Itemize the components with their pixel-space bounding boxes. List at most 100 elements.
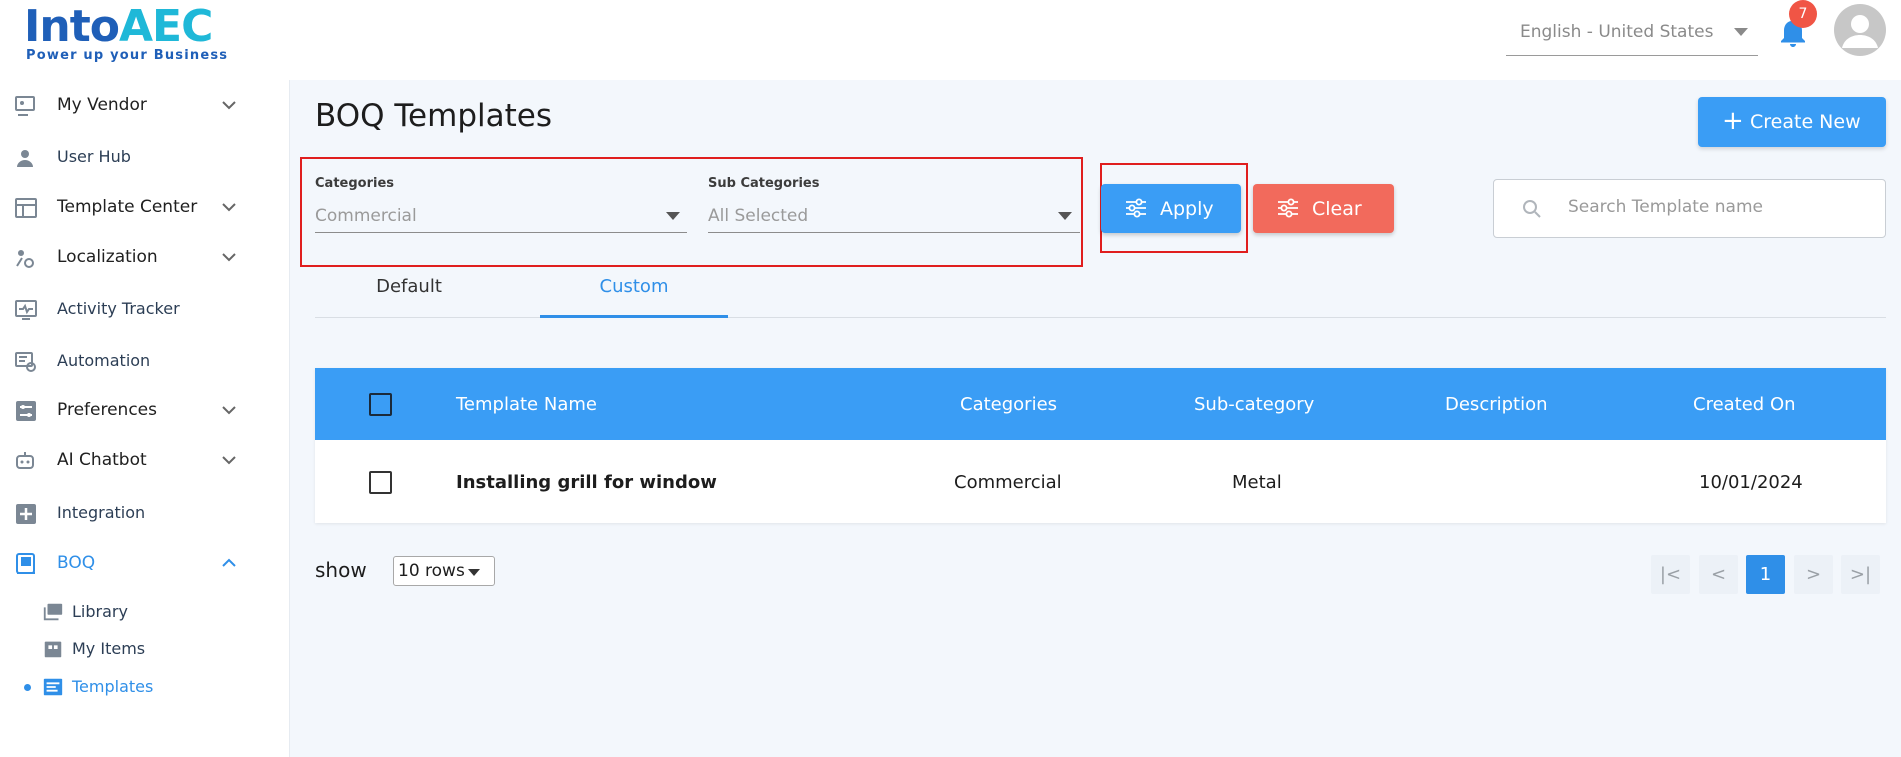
templates-icon — [43, 678, 63, 696]
filter-sliders-icon — [1126, 198, 1146, 218]
sub-categories-label: Sub Categories — [708, 176, 820, 191]
vendor-icon — [15, 96, 35, 116]
first-page-icon: |< — [1659, 564, 1682, 585]
show-label: show — [315, 558, 367, 582]
rows-per-page-value: 10 rows — [398, 561, 465, 581]
brand-logo[interactable]: IntoAEC Power up your Business — [24, 1, 227, 64]
sidebar-subitem-my-items[interactable]: My Items — [0, 631, 290, 667]
column-header-categories[interactable]: Categories — [960, 394, 1057, 415]
sidebar-item-label: AI Chatbot — [57, 450, 147, 470]
tab-default[interactable]: Default — [315, 270, 503, 318]
sidebar-item-template-center[interactable]: Template Center — [0, 186, 290, 230]
apply-button[interactable]: Apply — [1101, 184, 1241, 233]
cell-created-on: 10/01/2024 — [1699, 472, 1803, 493]
sidebar-item-label: Preferences — [57, 400, 157, 420]
sidebar-item-integration[interactable]: Integration — [0, 492, 290, 536]
page-title: BOQ Templates — [315, 98, 552, 134]
search-icon — [1523, 200, 1541, 218]
chevron-down-icon — [222, 456, 236, 465]
sidebar-item-activity-tracker[interactable]: Activity Tracker — [0, 288, 290, 332]
last-page-icon: >| — [1849, 564, 1872, 585]
categories-value: Commercial — [315, 206, 417, 226]
search-input[interactable] — [1568, 197, 1868, 217]
column-header-description[interactable]: Description — [1445, 394, 1548, 415]
sidebar-subitem-label: Templates — [72, 677, 154, 696]
chevron-up-icon — [222, 558, 236, 567]
first-page-button[interactable]: |< — [1651, 555, 1690, 594]
avatar[interactable] — [1834, 4, 1886, 56]
field-underline — [708, 232, 1080, 233]
top-bar: IntoAEC Power up your Business English -… — [0, 0, 1901, 80]
sidebar-item-automation[interactable]: Automation — [0, 340, 290, 384]
preferences-icon — [16, 401, 36, 421]
sidebar-item-label: Integration — [57, 503, 146, 522]
sidebar-item-ai-chatbot[interactable]: AI Chatbot — [0, 439, 290, 483]
sub-categories-select[interactable]: Sub Categories All Selected — [708, 176, 1080, 233]
sidebar-subitem-templates[interactable]: Templates — [0, 669, 290, 705]
automation-icon — [15, 352, 36, 372]
rows-per-page-select[interactable]: 10 rows — [393, 556, 495, 586]
sidebar: My Vendor User Hub Template Center Local… — [0, 80, 290, 757]
filter-sliders-icon — [1278, 198, 1298, 218]
sidebar-item-label: Activity Tracker — [57, 299, 180, 318]
select-all-checkbox[interactable] — [369, 393, 392, 416]
field-underline — [315, 232, 687, 233]
boq-icon — [16, 553, 35, 574]
user-icon — [17, 150, 33, 167]
search-box — [1493, 179, 1886, 238]
sidebar-subitem-library[interactable]: Library — [0, 594, 290, 630]
column-header-template-name[interactable]: Template Name — [456, 394, 597, 415]
caret-down-icon — [666, 212, 680, 220]
chevron-right-icon: > — [1805, 564, 1822, 585]
caret-down-icon — [1058, 212, 1072, 220]
sidebar-item-boq[interactable]: BOQ — [0, 542, 290, 586]
integration-icon — [16, 504, 36, 524]
row-checkbox[interactable] — [369, 471, 392, 494]
chatbot-icon — [16, 452, 34, 469]
categories-label: Categories — [315, 176, 395, 191]
chevron-down-icon — [222, 406, 236, 415]
categories-select[interactable]: Categories Commercial — [315, 176, 687, 233]
chevron-down-icon — [222, 101, 236, 110]
clear-button[interactable]: Clear — [1253, 184, 1394, 233]
column-header-sub-category[interactable]: Sub-category — [1194, 394, 1314, 415]
chevron-down-icon — [222, 203, 236, 212]
sidebar-item-user-hub[interactable]: User Hub — [0, 136, 290, 180]
page-number-button[interactable]: 1 — [1746, 555, 1785, 594]
sidebar-item-label: Template Center — [57, 197, 198, 217]
sidebar-item-label: User Hub — [57, 147, 131, 166]
sidebar-subitem-label: My Items — [72, 639, 146, 658]
sidebar-item-my-vendor[interactable]: My Vendor — [0, 84, 290, 128]
next-page-button[interactable]: > — [1794, 555, 1833, 594]
cell-category: Commercial — [954, 472, 1062, 493]
last-page-button[interactable]: >| — [1841, 555, 1880, 594]
cell-template-name[interactable]: Installing grill for window — [456, 472, 717, 493]
language-value: English - United States — [1520, 22, 1714, 42]
user-avatar-icon — [1842, 15, 1878, 48]
chevron-left-icon: < — [1710, 564, 1727, 585]
sidebar-item-label: Localization — [57, 247, 158, 267]
localization-icon — [16, 250, 34, 268]
sub-categories-value: All Selected — [708, 206, 809, 226]
chevron-down-icon — [222, 253, 236, 262]
library-icon — [43, 603, 63, 621]
create-new-label: Create New — [1750, 111, 1861, 133]
items-icon — [44, 641, 62, 658]
caret-down-icon — [1734, 28, 1748, 36]
sidebar-subitem-label: Library — [72, 602, 128, 621]
clear-label: Clear — [1312, 198, 1362, 220]
create-new-button[interactable]: + Create New — [1698, 97, 1886, 147]
previous-page-button[interactable]: < — [1699, 555, 1738, 594]
tab-custom[interactable]: Custom — [540, 270, 728, 318]
activity-icon — [15, 300, 37, 320]
sidebar-item-label: Automation — [57, 351, 151, 370]
sidebar-item-preferences[interactable]: Preferences — [0, 389, 290, 433]
brand-tagline: Power up your Business — [26, 48, 229, 63]
sidebar-item-localization[interactable]: Localization — [0, 236, 290, 280]
active-indicator-dot — [24, 684, 31, 691]
template-center-icon — [15, 198, 37, 218]
brand-name: IntoAEC — [24, 1, 213, 52]
column-header-created-on[interactable]: Created On — [1693, 394, 1796, 415]
apply-label: Apply — [1160, 198, 1214, 220]
language-select[interactable]: English - United States — [1506, 12, 1758, 56]
